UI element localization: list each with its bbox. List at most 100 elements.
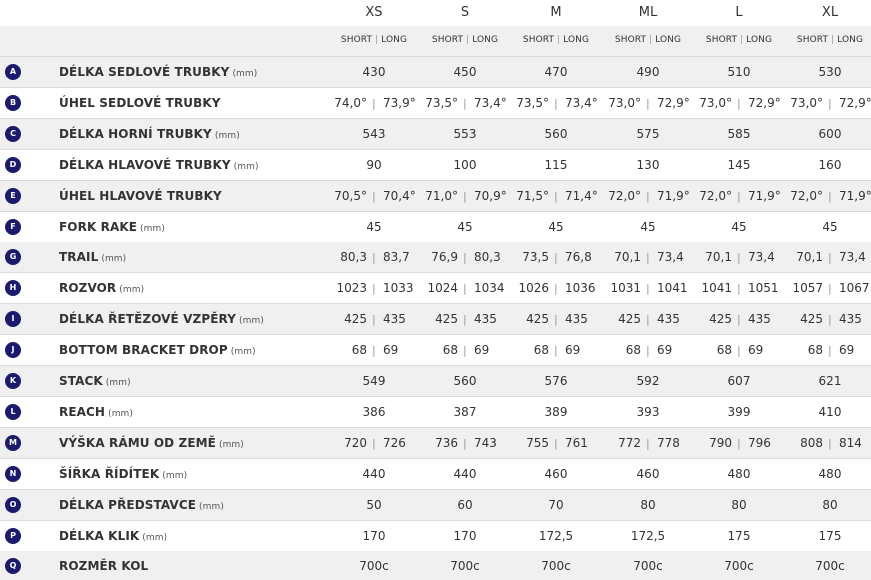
value-cell: 399	[727, 404, 751, 419]
row-unit: (mm)	[218, 439, 244, 450]
size-header-row: XS S M ML L XL	[0, 0, 871, 26]
separator: |	[466, 35, 470, 45]
row-label-text: BOTTOM BRACKET DROP	[59, 343, 228, 358]
value-separator: |	[554, 96, 558, 110]
row-letter-badge: I	[5, 311, 21, 328]
table-row: G TRAIL (mm) 80,3 | 83,7 76,9 | 80,3 73,5 | 76,8 70,…	[0, 242, 871, 274]
row-label: STACK (mm)	[59, 374, 131, 388]
value-separator: |	[372, 313, 376, 327]
row-label: DÉLKA PŘEDSTAVCE (mm)	[59, 498, 224, 512]
row-label: ROZVOR (mm)	[59, 281, 144, 295]
value-short: 80,3	[340, 250, 367, 265]
value-separator: |	[737, 313, 741, 327]
value-separator: |	[828, 189, 832, 203]
value-short: 425	[709, 312, 732, 327]
value-cell: 560	[453, 374, 477, 388]
row-label: FORK RAKE (mm)	[59, 220, 165, 234]
value-long: 73,4	[657, 250, 684, 265]
row-unit: (mm)	[119, 285, 145, 296]
value-long: 778	[657, 435, 680, 450]
value-cell: 60	[457, 497, 473, 512]
value-short: 425	[344, 312, 367, 327]
row-label-text: ÚHEL SEDLOVÉ TRUBKY	[59, 95, 221, 110]
value-cell: 549	[362, 374, 386, 388]
value-cell: 585	[727, 126, 751, 141]
value-short: 720	[344, 435, 367, 450]
short-label: SHORT	[705, 35, 738, 45]
value-short: 72,0°	[790, 188, 823, 203]
value-separator: |	[737, 436, 741, 450]
value-separator: |	[737, 96, 741, 110]
short-long-header: SHORT | LONG	[511, 35, 601, 45]
row-label-text: ŠÍŘKA ŘÍDÍTEK	[59, 466, 160, 481]
value-cell: 700c	[633, 559, 663, 574]
row-letter-badge: B	[5, 94, 21, 111]
value-cell: 389	[544, 404, 568, 419]
row-label: DÉLKA HLAVOVÉ TRUBKY (mm)	[59, 158, 259, 172]
value-cell: 70	[548, 497, 564, 512]
row-label: ÚHEL HLAVOVÉ TRUBKY	[59, 189, 222, 203]
value-cell: 50	[366, 497, 382, 512]
separator: |	[557, 35, 561, 45]
row-unit: (mm)	[214, 130, 240, 141]
row-letter-badge: A	[5, 64, 21, 80]
value-separator: |	[828, 282, 832, 296]
size-header-xl: XL	[821, 5, 839, 20]
separator: |	[375, 35, 379, 45]
row-label: ÚHEL SEDLOVÉ TRUBKY	[59, 96, 221, 110]
value-separator: |	[828, 96, 832, 110]
value-long: 72,9°	[657, 95, 690, 110]
value-cell: 576	[544, 374, 568, 388]
value-cell: 170	[453, 528, 477, 543]
value-short: 73,5°	[425, 95, 458, 110]
value-cell: 575	[636, 126, 660, 141]
row-label: VÝŠKA RÁMU OD ZEMĚ (mm)	[59, 436, 244, 450]
row-label-text: DÉLKA HLAVOVÉ TRUBKY	[59, 157, 231, 172]
table-row: N ŠÍŘKA ŘÍDÍTEK (mm) 440 440 460 460 480 480	[0, 458, 871, 490]
value-short: 755	[526, 435, 549, 450]
separator: |	[831, 35, 835, 45]
value-long: 69	[839, 343, 855, 358]
table-row: Q ROZMĚR KOL 700c 700c 700c 700c 700c 700c	[0, 551, 871, 580]
row-label: ŠÍŘKA ŘÍDÍTEK (mm)	[59, 467, 187, 481]
value-cell: 90	[366, 157, 382, 172]
table-row: B ÚHEL SEDLOVÉ TRUBKY 74,0° | 73,9° 73,5° | 73,…	[0, 87, 871, 119]
value-cell: 80	[731, 497, 747, 512]
value-long: 435	[839, 312, 862, 327]
value-separator: |	[463, 251, 467, 265]
row-letter-badge: L	[5, 403, 21, 420]
value-cell: 700c	[541, 559, 571, 574]
row-unit: (mm)	[105, 378, 131, 388]
value-long: 69	[474, 343, 490, 358]
value-long: 1067	[839, 281, 870, 296]
value-separator: |	[646, 189, 650, 203]
row-label-text: FORK RAKE	[59, 219, 138, 234]
size-header-m: M	[550, 5, 562, 20]
separator: |	[740, 35, 744, 45]
value-cell: 543	[362, 126, 386, 141]
value-cell: 45	[731, 219, 747, 234]
short-long-header: SHORT | LONG	[420, 35, 510, 45]
value-separator: |	[646, 282, 650, 296]
value-separator: |	[554, 189, 558, 203]
value-cell: 172,5	[630, 528, 666, 543]
size-header-xs: XS	[365, 5, 383, 20]
value-long: 73,4	[839, 250, 866, 265]
value-cell: 410	[818, 404, 842, 419]
value-long: 1041	[657, 281, 688, 296]
value-short: 68	[807, 343, 823, 358]
value-long: 69	[657, 343, 673, 358]
value-short: 70,1	[796, 250, 823, 265]
value-cell: 440	[362, 466, 386, 481]
value-cell: 510	[727, 65, 751, 79]
geometry-table: XS S M ML L XL SHORT | LONG SHORT | LONG SHORT | LONG…	[0, 0, 871, 580]
row-label: REACH (mm)	[59, 405, 133, 419]
value-short: 68	[351, 343, 367, 358]
table-row: M VÝŠKA RÁMU OD ZEMĚ (mm) 720 | 726 736 | 743 755…	[0, 427, 871, 459]
value-short: 1031	[610, 281, 641, 296]
value-cell: 45	[366, 219, 382, 234]
size-header-ml: ML	[638, 5, 658, 20]
row-unit: (mm)	[239, 316, 264, 327]
value-cell: 160	[818, 157, 842, 172]
value-long: 76,8	[565, 250, 592, 265]
